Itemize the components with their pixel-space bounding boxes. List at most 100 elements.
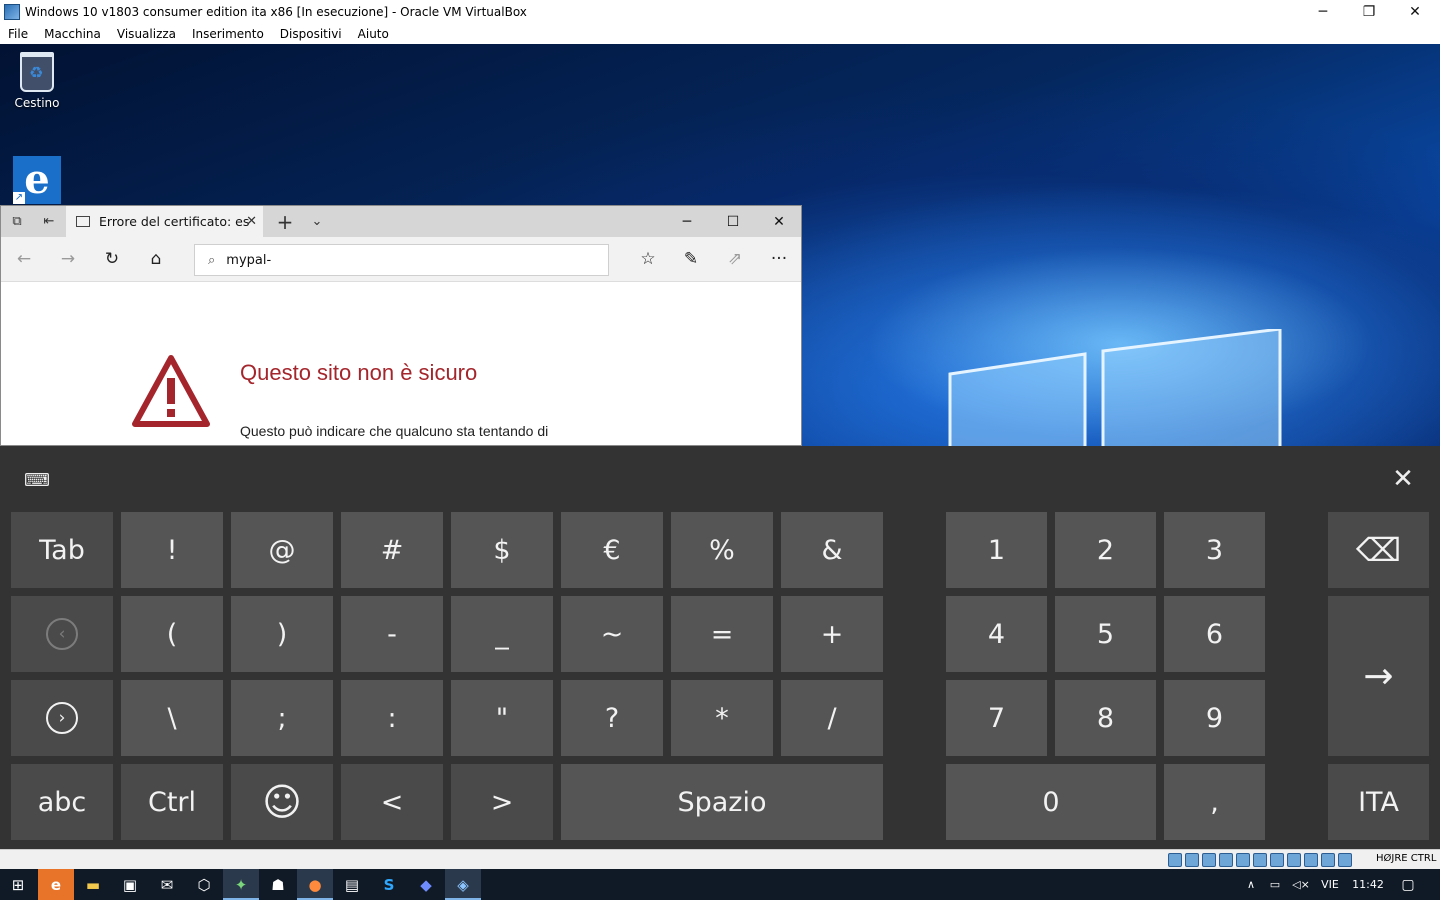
store-icon[interactable]: ▣ <box>112 869 148 900</box>
key-percent[interactable]: % <box>671 512 773 588</box>
key-backslash[interactable]: \ <box>121 680 223 756</box>
key-ctrl[interactable]: Ctrl <box>121 764 223 840</box>
video-capture-icon[interactable] <box>1287 853 1301 867</box>
key-9[interactable]: 9 <box>1164 680 1265 756</box>
network-tray-icon[interactable]: ▭ <box>1264 869 1286 900</box>
mouse-integration-icon[interactable] <box>1321 853 1335 867</box>
key-0[interactable]: 0 <box>946 764 1156 840</box>
close-button[interactable]: ✕ <box>1392 0 1438 23</box>
key-space[interactable]: Spazio <box>561 764 883 840</box>
menu-help[interactable]: Aiuto <box>350 27 397 41</box>
key-language[interactable]: ITA <box>1328 764 1429 840</box>
enter-arrow-icon[interactable]: → <box>1328 596 1429 756</box>
key-question[interactable]: ? <box>561 680 663 756</box>
key-emoji-icon[interactable]: ☺ <box>231 764 333 840</box>
back-icon[interactable]: ← <box>8 244 40 274</box>
key-semicolon[interactable]: ; <box>231 680 333 756</box>
3d-box-icon[interactable]: ⬡ <box>186 869 222 900</box>
share-icon[interactable]: ⇗ <box>719 244 751 274</box>
tab-list-chevron-icon[interactable]: ⌄ <box>303 206 331 237</box>
tabs-aside-icon[interactable]: ⇤ <box>33 206 65 237</box>
tab-close-icon[interactable]: ✕ <box>246 214 257 229</box>
key-8[interactable]: 8 <box>1055 680 1156 756</box>
shared-folders-icon[interactable] <box>1253 853 1267 867</box>
key-7[interactable]: 7 <box>946 680 1047 756</box>
edge-maximize-button[interactable]: ☐ <box>710 206 756 237</box>
key-euro[interactable]: € <box>561 512 663 588</box>
keyboard-capture-icon[interactable] <box>1338 853 1352 867</box>
key-left-arrow[interactable]: < <box>341 764 443 840</box>
key-underscore[interactable]: _ <box>451 596 553 672</box>
address-bar[interactable]: ⌕ mypal- <box>194 244 609 276</box>
start-icon[interactable]: ⊞ <box>0 869 36 900</box>
notifications-icon[interactable]: ▢ <box>1394 869 1422 900</box>
key-6[interactable]: 6 <box>1164 596 1265 672</box>
key-hyphen[interactable]: - <box>341 596 443 672</box>
new-tab-button[interactable]: + <box>271 206 299 237</box>
virtualization-icon[interactable] <box>1304 853 1318 867</box>
keyboard-close-icon[interactable]: ✕ <box>1388 464 1418 494</box>
key-4[interactable]: 4 <box>946 596 1047 672</box>
key-exclamation[interactable]: ! <box>121 512 223 588</box>
key-ampersand[interactable]: & <box>781 512 883 588</box>
menu-input[interactable]: Inserimento <box>184 27 272 41</box>
more-icon[interactable]: ··· <box>763 244 795 274</box>
key-2[interactable]: 2 <box>1055 512 1156 588</box>
favorites-icon[interactable]: ☆ <box>632 244 664 274</box>
remote-desktop-icon[interactable]: ▤ <box>334 869 370 900</box>
volume-muted-icon[interactable]: ◁× <box>1290 869 1312 900</box>
optical-drive-icon[interactable] <box>1185 853 1199 867</box>
display-icon[interactable] <box>1270 853 1284 867</box>
restore-button[interactable]: ❐ <box>1346 0 1392 23</box>
usb-icon[interactable] <box>1236 853 1250 867</box>
key-open-paren[interactable]: ( <box>121 596 223 672</box>
skype-icon[interactable]: S <box>371 869 407 900</box>
key-dollar[interactable]: $ <box>451 512 553 588</box>
tray-chevron-icon[interactable]: ∧ <box>1242 869 1260 900</box>
key-equals[interactable]: = <box>671 596 773 672</box>
firefox-icon[interactable]: ● <box>297 869 333 900</box>
key-next-page[interactable]: › <box>11 680 113 756</box>
key-tilde[interactable]: ~ <box>561 596 663 672</box>
recycle-bin-shortcut[interactable]: Cestino <box>1 52 73 110</box>
input-language[interactable]: VIE <box>1316 869 1344 900</box>
home-icon[interactable]: ⌂ <box>140 244 172 274</box>
mask-icon[interactable]: ☗ <box>260 869 296 900</box>
edge-icon[interactable]: e <box>38 869 74 900</box>
key-colon[interactable]: : <box>341 680 443 756</box>
key-3[interactable]: 3 <box>1164 512 1265 588</box>
web-notes-icon[interactable]: ✎ <box>675 244 707 274</box>
key-1[interactable]: 1 <box>946 512 1047 588</box>
network-icon[interactable] <box>1219 853 1233 867</box>
edge-shortcut-icon[interactable]: e ↗ <box>13 156 61 204</box>
menu-file[interactable]: File <box>0 27 36 41</box>
key-previous-page[interactable]: ‹ <box>11 596 113 672</box>
menu-devices[interactable]: Dispositivi <box>272 27 350 41</box>
key-hash[interactable]: # <box>341 512 443 588</box>
hdd-icon[interactable] <box>1168 853 1182 867</box>
edge-close-button[interactable]: ✕ <box>756 206 801 237</box>
virtualbox-icon[interactable]: ◈ <box>445 869 481 900</box>
menu-view[interactable]: Visualizza <box>109 27 184 41</box>
address-text[interactable]: mypal- <box>226 253 271 268</box>
key-right-arrow[interactable]: > <box>451 764 553 840</box>
key-quote[interactable]: " <box>451 680 553 756</box>
forward-icon[interactable]: → <box>52 244 84 274</box>
file-explorer-icon[interactable]: ▬ <box>75 869 111 900</box>
set-tabs-aside-icon[interactable]: ⧉ <box>1 206 33 237</box>
drop-icon[interactable]: ◆ <box>408 869 444 900</box>
key-abc[interactable]: abc <box>11 764 113 840</box>
key-5[interactable]: 5 <box>1055 596 1156 672</box>
backspace-icon[interactable]: ⌫ <box>1328 512 1429 588</box>
game-icon[interactable]: ✦ <box>223 869 259 900</box>
key-close-paren[interactable]: ) <box>231 596 333 672</box>
refresh-icon[interactable]: ↻ <box>96 244 128 274</box>
key-at[interactable]: @ <box>231 512 333 588</box>
key-slash[interactable]: / <box>781 680 883 756</box>
edge-minimize-button[interactable]: ─ <box>664 206 710 237</box>
audio-icon[interactable] <box>1202 853 1216 867</box>
key-tab[interactable]: Tab <box>11 512 113 588</box>
keyboard-settings-icon[interactable]: ⌨ <box>24 470 52 492</box>
clock[interactable]: 11:42 <box>1348 869 1388 900</box>
key-comma[interactable]: , <box>1164 764 1265 840</box>
